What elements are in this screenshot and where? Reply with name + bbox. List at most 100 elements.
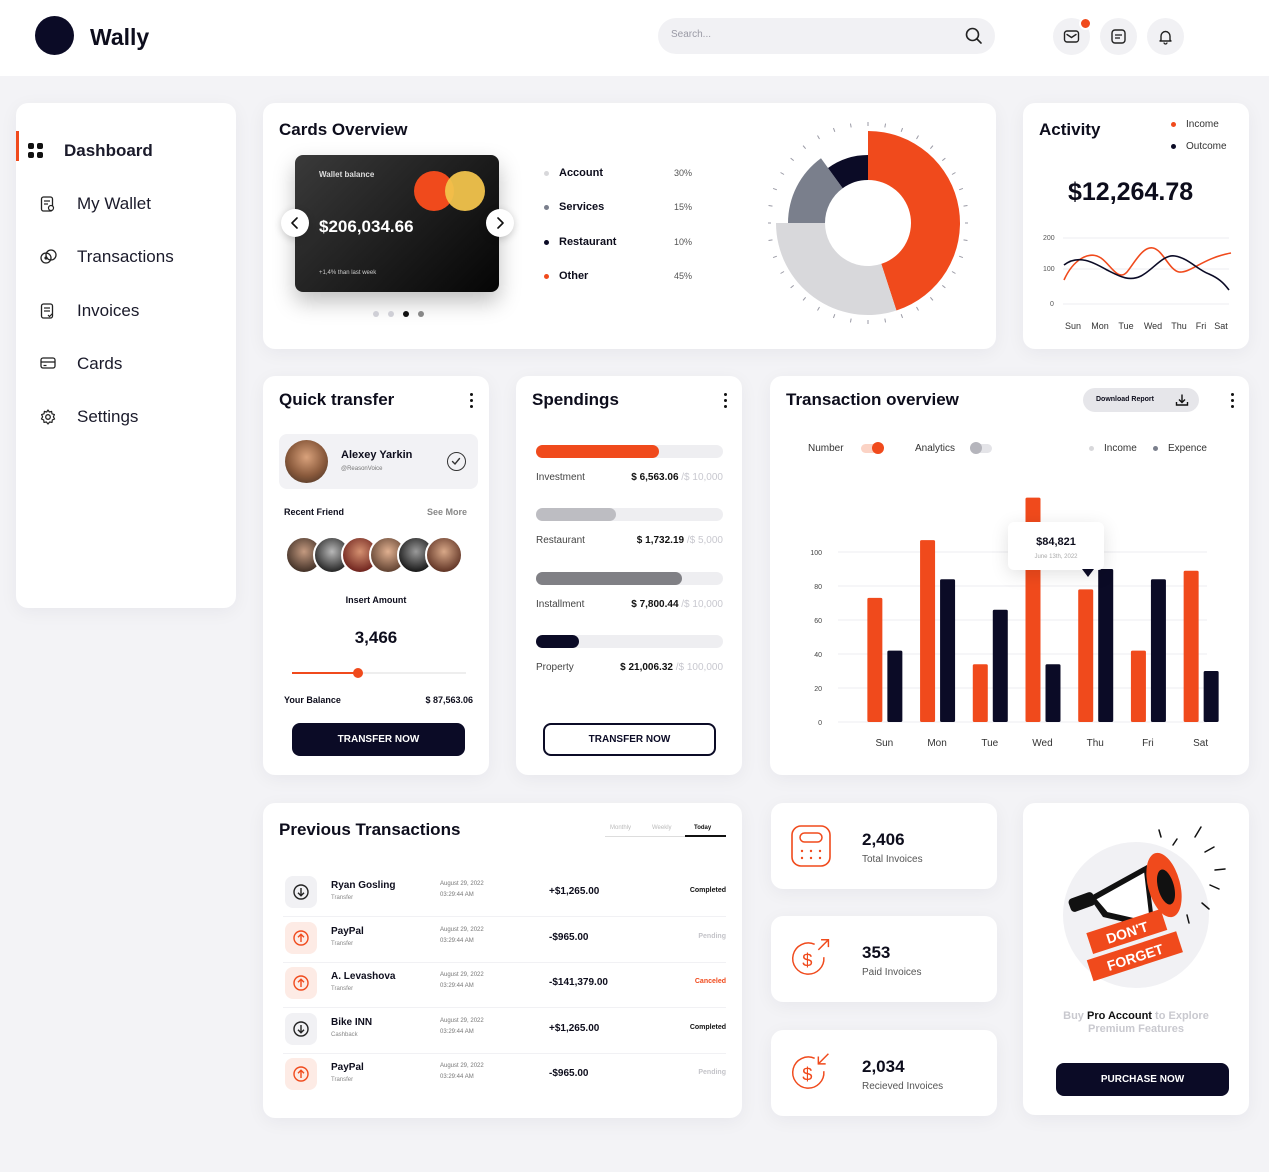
received-invoices-card[interactable]: $ 2,034 Recieved Invoices — [771, 1030, 997, 1116]
bar-thu-dark[interactable] — [1098, 569, 1114, 722]
sidebar-item-label: Transactions — [77, 247, 174, 266]
donut-slice-account[interactable] — [776, 223, 897, 315]
messages-button[interactable] — [1100, 18, 1137, 55]
bar-mon-orange[interactable] — [920, 540, 936, 722]
bar-sun-dark[interactable] — [887, 650, 903, 722]
transaction-row[interactable]: Bike INN Cashback August 29, 2022 03:29:44 … — [283, 1008, 726, 1054]
friend-avatar[interactable] — [425, 536, 463, 574]
spending-item: Property $ 21,006.32 /$ 100,000 — [536, 635, 723, 680]
sidebar-item-invoices[interactable]: Invoices — [16, 291, 236, 331]
amount-value[interactable]: 3,466 — [263, 628, 489, 648]
transaction-status: Completed — [689, 887, 726, 894]
sidebar-item-label: Invoices — [77, 301, 140, 320]
bar-tue-orange[interactable] — [972, 664, 988, 722]
svg-text:$: $ — [802, 949, 812, 970]
next-card-button[interactable] — [486, 209, 514, 237]
transaction-row[interactable]: PayPal Transfer August 29, 2022 03:29:44 AM… — [283, 917, 726, 963]
transaction-overview-panel: Transaction overview Download Report Num… — [770, 376, 1249, 775]
activity-panel: Activity Income Outcome $12,264.78 200 1… — [1023, 103, 1249, 349]
number-toggle[interactable] — [861, 442, 884, 454]
sidebar-item-my-wallet[interactable]: My Wallet — [16, 184, 236, 224]
bar-tue-dark[interactable] — [992, 609, 1008, 722]
more-options-icon[interactable] — [1230, 393, 1234, 409]
bar-sun-orange[interactable] — [867, 597, 883, 722]
paid-invoices-card[interactable]: $ 353 Paid Invoices — [771, 916, 997, 1002]
donut-tick — [768, 239, 773, 242]
legend-label: Account — [559, 167, 603, 179]
tab-weekly[interactable]: Weekly — [652, 825, 672, 831]
dollar-in-icon: $ — [792, 1053, 829, 1089]
amount-slider[interactable] — [292, 668, 466, 678]
analytics-toggle[interactable] — [970, 442, 992, 454]
more-options-icon[interactable] — [469, 393, 473, 409]
check-icon[interactable] — [447, 452, 466, 471]
see-more-link[interactable]: See More — [427, 507, 467, 517]
bar-mon-dark[interactable] — [940, 579, 956, 722]
x-tick-label: Fri — [1142, 738, 1154, 749]
x-tick-label: Wed — [1144, 321, 1162, 331]
bar-thu-orange[interactable] — [1078, 589, 1094, 722]
bar-wed-dark[interactable] — [1045, 664, 1061, 722]
x-tick-label: Sun — [875, 738, 893, 749]
donut-tick — [958, 255, 964, 259]
bar-fri-orange[interactable] — [1130, 650, 1146, 722]
arrow-down-icon — [293, 884, 309, 900]
carousel-dot[interactable] — [373, 311, 379, 317]
x-tick-label: Sat — [1214, 321, 1228, 331]
active-indicator — [16, 131, 19, 161]
donut-tick — [884, 123, 887, 128]
donut-tick — [941, 284, 946, 289]
transaction-amount: +$1,265.00 — [549, 886, 600, 897]
progress-fill — [536, 508, 617, 521]
transaction-date: August 29, 2022 — [440, 881, 484, 887]
selected-contact[interactable]: Alexey Yarkin @ReasonVoice — [279, 434, 478, 489]
sidebar-item-label: My Wallet — [77, 194, 151, 213]
search-input[interactable] — [671, 29, 931, 40]
app-logo[interactable] — [35, 16, 74, 55]
transaction-amount: -$965.00 — [549, 931, 589, 943]
wallet-card[interactable]: Wallet balance $206,034.66 +1,4% than la… — [295, 155, 499, 292]
total-invoices-card[interactable]: 2,406 Total Invoices — [771, 803, 997, 889]
active-tab-underline — [685, 835, 726, 837]
carousel-dot[interactable] — [418, 311, 424, 317]
slider-handle[interactable] — [353, 668, 364, 678]
purchase-now-button[interactable]: PURCHASE NOW — [1056, 1063, 1229, 1096]
previous-card-button[interactable] — [281, 209, 309, 237]
transaction-row[interactable]: PayPal Transfer August 29, 2022 03:29:44 AM… — [283, 1053, 726, 1099]
search-bar[interactable] — [658, 18, 995, 54]
bar-fri-dark[interactable] — [1150, 579, 1166, 722]
notification-dot — [1079, 17, 1092, 30]
donut-tick — [900, 127, 904, 133]
sidebar-item-dashboard[interactable]: Dashboard — [16, 131, 236, 171]
spending-label: Investment — [536, 472, 585, 483]
avatar — [285, 440, 328, 483]
sidebar-item-transactions[interactable]: Transactions — [16, 237, 236, 277]
search-icon[interactable] — [965, 27, 983, 45]
spent-amount: $ 1,732.19 — [636, 535, 685, 546]
balance-value: $ 87,563.06 — [425, 695, 473, 705]
donut-tick — [941, 157, 946, 162]
transaction-row[interactable]: Ryan Gosling Transfer August 29, 2022 03:29… — [283, 871, 726, 917]
more-options-icon[interactable] — [723, 393, 727, 409]
transfer-now-button[interactable]: TRANSFER NOW — [292, 723, 465, 756]
transaction-row[interactable]: A. Levashova Transfer August 29, 2022 03:29… — [283, 962, 726, 1008]
sidebar-item-cards[interactable]: Cards — [16, 344, 236, 384]
carousel-dot[interactable] — [388, 311, 394, 317]
tab-today[interactable]: Today — [694, 825, 711, 831]
notifications-button[interactable] — [1147, 18, 1184, 55]
transaction-icon — [285, 1058, 317, 1090]
transaction-status: Canceled — [694, 978, 726, 985]
recent-friend-label: Recent Friend — [284, 507, 345, 517]
legend-percent: 15% — [674, 202, 693, 212]
x-tick-label: Sun — [1065, 321, 1081, 331]
download-report-button[interactable]: Download Report — [1083, 388, 1199, 412]
tab-monthly[interactable]: Monthly — [610, 825, 631, 831]
bar-sat-dark[interactable] — [1203, 671, 1219, 722]
donut-tick — [963, 204, 968, 207]
carousel-dot-active[interactable] — [403, 311, 409, 317]
sidebar-item-settings[interactable]: Settings — [16, 397, 236, 437]
transaction-time: 03:29:44 AM — [440, 1074, 474, 1080]
progress-fill — [536, 445, 659, 458]
bar-sat-orange[interactable] — [1183, 570, 1199, 722]
transfer-now-button[interactable]: TRANSFER NOW — [543, 723, 716, 756]
